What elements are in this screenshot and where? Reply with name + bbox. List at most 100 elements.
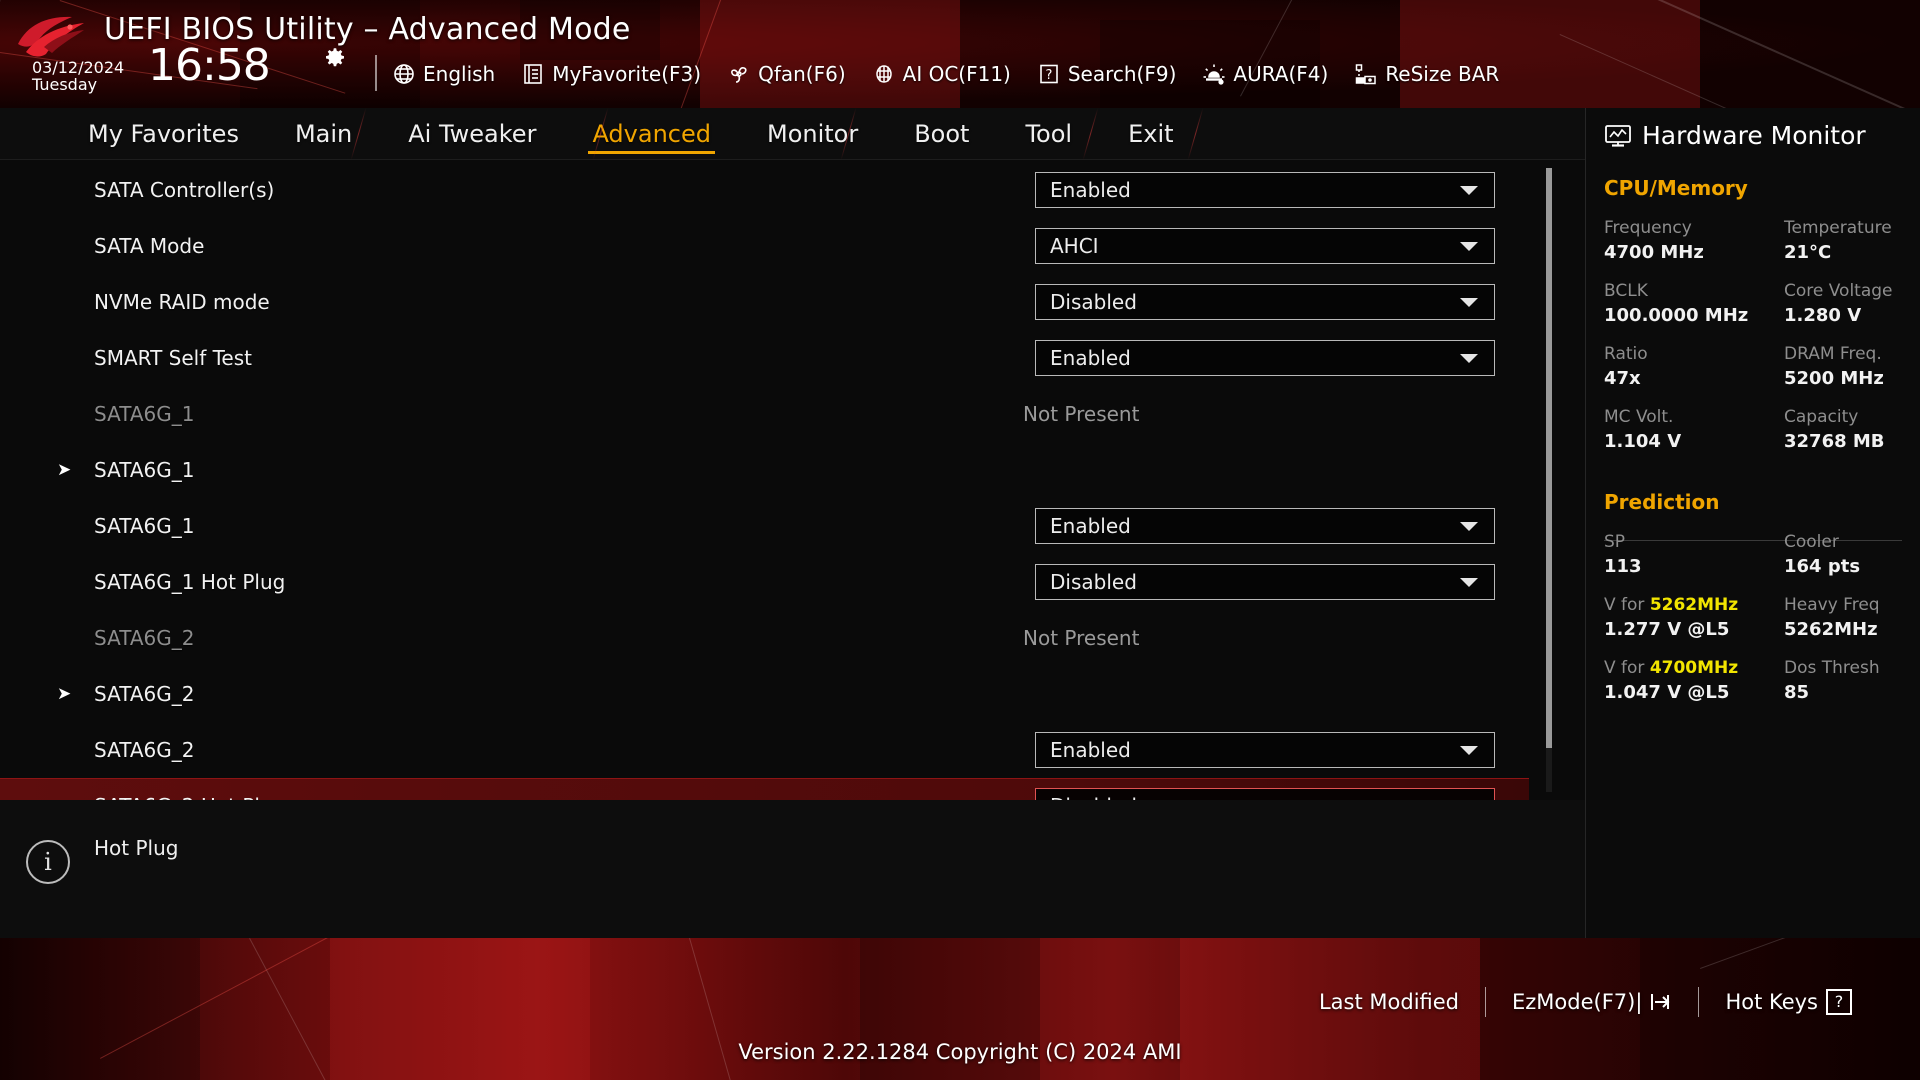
sidebar-metric: Capacity 32768 MB bbox=[1784, 407, 1885, 452]
tab-boot[interactable]: Boot bbox=[886, 108, 997, 160]
tab-label: Boot bbox=[914, 120, 970, 148]
sidebar-metric-value: 1.104 V bbox=[1604, 431, 1682, 452]
tab-exit[interactable]: Exit bbox=[1100, 108, 1201, 160]
setting-dropdown[interactable]: Enabled bbox=[1035, 172, 1495, 208]
setting-dropdown[interactable]: Disabled bbox=[1035, 284, 1495, 320]
banner-facet bbox=[1400, 0, 1700, 108]
myfavorite-label: MyFavorite(F3) bbox=[552, 62, 702, 86]
search-label: Search(F9) bbox=[1067, 62, 1177, 86]
setting-row[interactable]: SATA6G_1 Not Present bbox=[0, 386, 1529, 442]
qfan-button[interactable]: Qfan(F6) bbox=[727, 58, 846, 90]
sidebar-metric: SP 113 bbox=[1604, 532, 1642, 577]
footer-link-label: Hot Keys bbox=[1725, 990, 1818, 1014]
tab-label: Main bbox=[294, 120, 353, 148]
setting-static-value: Not Present bbox=[1023, 626, 1140, 650]
setting-dropdown[interactable]: Enabled bbox=[1035, 732, 1495, 768]
setting-row[interactable]: SATA6G_2 Hot PlugDisabled bbox=[0, 778, 1529, 800]
sidebar-metric: Heavy Freq 5262MHz bbox=[1784, 595, 1880, 640]
exit-arrow-icon bbox=[1648, 990, 1672, 1014]
sidebar-section-title: CPU/Memory bbox=[1604, 176, 1748, 200]
setting-row[interactable]: SMART Self Test Enabled bbox=[0, 330, 1529, 386]
setting-row[interactable]: SATA Controller(s) Enabled bbox=[0, 162, 1529, 218]
search-button[interactable]: ? Search(F9) bbox=[1037, 58, 1177, 90]
clock-text: 16:58 bbox=[148, 40, 271, 91]
sidebar-metric-key: Cooler bbox=[1784, 532, 1839, 552]
setting-static-value: Not Present bbox=[1023, 402, 1140, 426]
dropdown-value: Enabled bbox=[1050, 178, 1131, 202]
chevron-down-icon bbox=[1460, 298, 1478, 307]
sidebar-metric-key: Core Voltage bbox=[1784, 281, 1893, 301]
sidebar-metric-value: 1.047 V @L5 bbox=[1604, 682, 1730, 703]
submenu-arrow-icon: ➤ bbox=[57, 459, 72, 480]
sidebar-metric: Core Voltage 1.280 V bbox=[1784, 281, 1893, 326]
sidebar-metric-key: MC Volt. bbox=[1604, 407, 1674, 427]
setting-row[interactable]: SATA6G_1 Enabled bbox=[0, 498, 1529, 554]
setting-row[interactable]: ➤ SATA6G_2 bbox=[0, 666, 1529, 722]
sidebar-metric-key: Ratio bbox=[1604, 344, 1648, 364]
banner-facet bbox=[700, 0, 960, 108]
qfan-label: Qfan(F6) bbox=[758, 62, 846, 86]
setting-dropdown[interactable]: AHCI bbox=[1035, 228, 1495, 264]
setting-dropdown[interactable]: Disabled bbox=[1035, 564, 1495, 600]
resize-bar-icon bbox=[1354, 62, 1378, 86]
tab-advanced[interactable]: Advanced bbox=[564, 108, 739, 160]
sidebar-metric: V for 4700MHz 1.047 V @L5 bbox=[1604, 658, 1738, 703]
setting-row[interactable]: SATA6G_2 Enabled bbox=[0, 722, 1529, 778]
myfavorite-button[interactable]: MyFavorite(F3) bbox=[521, 58, 701, 90]
tab-my-favorites[interactable]: My Favorites bbox=[60, 108, 267, 160]
sidebar-metric-key: Dos Thresh bbox=[1784, 658, 1880, 678]
sidebar-section-title: Prediction bbox=[1604, 490, 1720, 514]
sidebar-metric-key: Capacity bbox=[1784, 407, 1859, 427]
tab-label: My Favorites bbox=[88, 120, 239, 148]
setting-dropdown[interactable]: Disabled bbox=[1035, 788, 1495, 800]
setting-row[interactable]: SATA6G_1 Hot Plug Disabled bbox=[0, 554, 1529, 610]
footer-link-label: Last Modified bbox=[1318, 990, 1460, 1014]
help-text: Hot Plug bbox=[94, 836, 179, 860]
setting-dropdown[interactable]: Enabled bbox=[1035, 340, 1495, 376]
svg-text:?: ? bbox=[1045, 68, 1052, 83]
dropdown-value: Enabled bbox=[1050, 738, 1131, 762]
resize-bar-button[interactable]: ReSize BAR bbox=[1354, 58, 1499, 90]
chevron-down-icon bbox=[1460, 354, 1478, 363]
setting-label: SMART Self Test bbox=[94, 346, 252, 370]
sidebar-metric-key: V for 5262MHz bbox=[1604, 595, 1739, 615]
sidebar-metric: DRAM Freq. 5200 MHz bbox=[1784, 344, 1884, 389]
ai-oc-button[interactable]: AI OC(F11) bbox=[872, 58, 1011, 90]
dropdown-value: Disabled bbox=[1050, 570, 1137, 594]
setting-label: SATA6G_2 bbox=[94, 682, 195, 706]
aura-button[interactable]: AURA(F4) bbox=[1202, 58, 1328, 90]
info-icon: i bbox=[26, 840, 70, 884]
language-label: English bbox=[423, 62, 496, 86]
top-banner: UEFI BIOS Utility – Advanced Mode 03/12/… bbox=[0, 0, 1920, 108]
favorites-list-icon bbox=[521, 62, 545, 86]
sidebar-metric-value: 1.280 V bbox=[1784, 305, 1862, 326]
sidebar-metric: Dos Thresh 85 bbox=[1784, 658, 1880, 703]
dropdown-value: Enabled bbox=[1050, 514, 1131, 538]
chevron-down-icon bbox=[1460, 578, 1478, 587]
setting-dropdown[interactable]: Enabled bbox=[1035, 508, 1495, 544]
day-text: Tuesday bbox=[32, 74, 98, 94]
sidebar-metric-value: 100.0000 MHz bbox=[1604, 305, 1749, 326]
scrollbar-thumb[interactable] bbox=[1546, 168, 1552, 748]
setting-label: SATA6G_1 bbox=[94, 402, 195, 426]
tab-monitor[interactable]: Monitor bbox=[739, 108, 886, 160]
language-button[interactable]: English bbox=[392, 58, 495, 90]
sidebar-metric-value: 1.277 V @L5 bbox=[1604, 619, 1730, 640]
setting-row[interactable]: ➤ SATA6G_1 bbox=[0, 442, 1529, 498]
question-box-icon: ? bbox=[1826, 989, 1852, 1015]
footer-link-label: EzMode(F7)| bbox=[1512, 990, 1643, 1014]
setting-row[interactable]: SATA6G_2 Not Present bbox=[0, 610, 1529, 666]
monitor-icon bbox=[1604, 124, 1632, 148]
sidebar-metric: V for 5262MHz 1.277 V @L5 bbox=[1604, 595, 1738, 640]
question-box-icon: ? bbox=[1037, 62, 1061, 86]
footer-last-modified-button[interactable]: Last Modified bbox=[1293, 990, 1485, 1014]
datetime-block: 03/12/2024 Tuesday bbox=[32, 59, 152, 94]
dropdown-value: Disabled bbox=[1050, 290, 1137, 314]
gear-icon[interactable] bbox=[322, 47, 348, 73]
footer-ezmode-f7-button[interactable]: EzMode(F7)| bbox=[1486, 990, 1698, 1014]
setting-row[interactable]: NVMe RAID mode Disabled bbox=[0, 274, 1529, 330]
tab-ai-tweaker[interactable]: Ai Tweaker bbox=[380, 108, 564, 160]
footer-hot-keys-button[interactable]: Hot Keys? bbox=[1699, 989, 1878, 1015]
setting-row[interactable]: SATA Mode AHCI bbox=[0, 218, 1529, 274]
sidebar-metric-key-highlight: 4700MHz bbox=[1649, 658, 1739, 678]
